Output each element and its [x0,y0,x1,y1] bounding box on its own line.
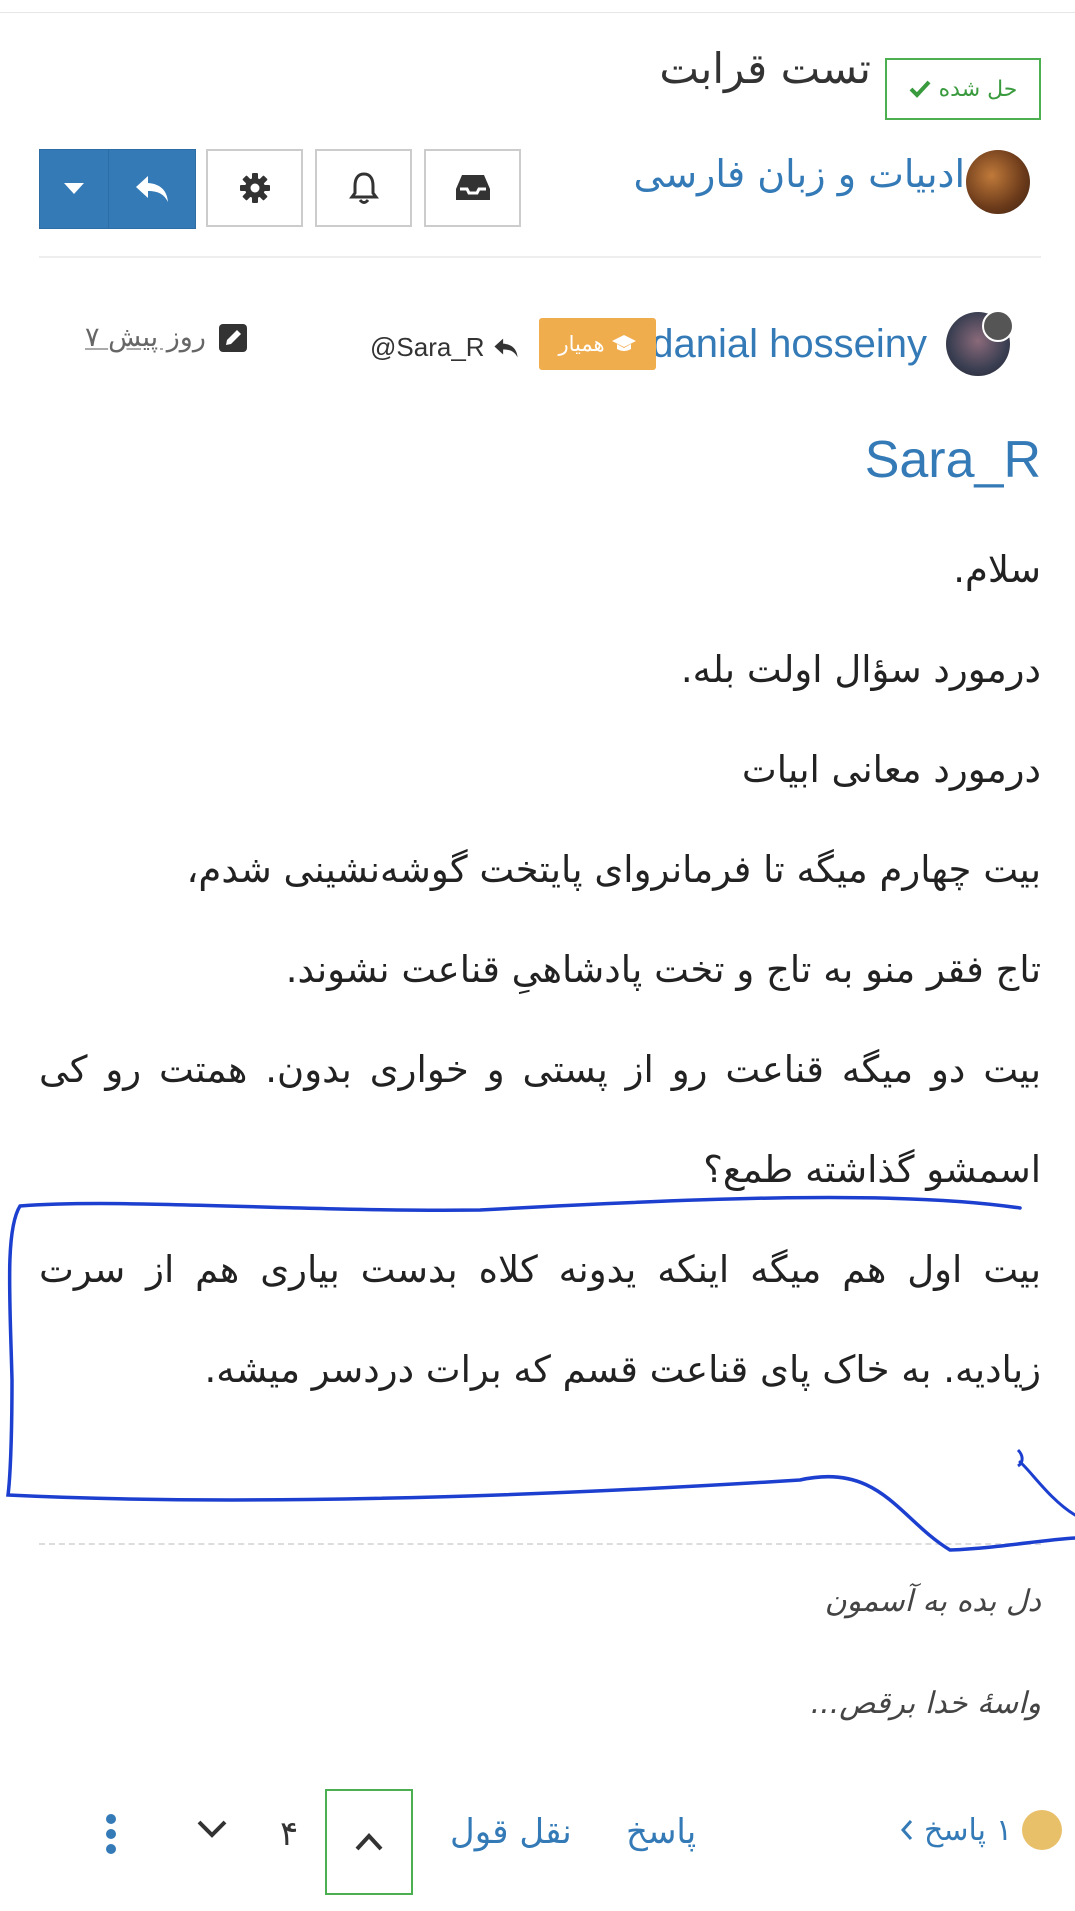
chevron-up-icon [355,1833,383,1851]
post-reply-link[interactable]: پاسخ [626,1812,696,1852]
header-separator [39,256,1041,258]
post-paragraph: درمورد معانی ابیات [741,748,1041,791]
pencil-icon [218,323,247,352]
edited-time: ۷ روز پیش [85,322,206,353]
category-link[interactable]: ادبیات و زبان فارسی [634,152,965,196]
settings-button[interactable] [206,149,303,227]
user-badge: همیار [539,318,656,370]
replies-toggle[interactable]: پاسخ ۱ [900,1810,1063,1850]
category-avatar[interactable] [966,150,1030,214]
top-divider [0,12,1075,13]
upvote-button[interactable] [325,1789,413,1895]
replier-avatar [1022,1810,1063,1850]
graduation-cap-icon [611,335,636,351]
replies-count: ۱ [996,1812,1013,1848]
inbox-icon [455,175,490,200]
solved-label: حل شده [938,76,1018,102]
chevron-left-icon [900,1820,913,1840]
reply-icon [135,176,168,202]
notification-button[interactable] [315,149,412,227]
mention-link[interactable]: Sara_R [865,430,1041,490]
quote-link[interactable]: نقل قول [450,1812,572,1852]
signature-line: واسهٔ خدا برقص... [810,1686,1041,1721]
ellipsis-vertical-icon [106,1814,116,1854]
vote-count[interactable]: ۴ [280,1814,298,1854]
check-icon [909,80,931,98]
in-reply-to-link[interactable]: @Sara_R [370,332,519,363]
reply-options-dropdown[interactable] [39,149,109,229]
reply-to-user: @Sara_R [370,332,485,362]
post-content: سلام. درمورد سؤال اولت بله. درمورد معانی… [39,520,1041,1420]
more-options-button[interactable] [105,1814,117,1858]
post-timestamp[interactable]: ۷ روز پیش [85,322,248,353]
signature-line: دل بده به آسمون [824,1584,1041,1619]
inbox-button[interactable] [424,149,521,227]
post-paragraph: بیت اول هم میگه اینکه یدونه کلاه بدست بی… [39,1248,1041,1391]
user-status-indicator [982,310,1014,342]
badge-label: همیار [558,332,605,356]
post-paragraph: سلام. [953,548,1041,591]
caret-down-icon [64,183,84,194]
post-paragraph: تاج فقر منو به تاج و تخت پادشاهیِ قناعت … [285,948,1041,991]
bell-icon [348,172,379,204]
gear-icon [239,173,270,203]
solved-badge: حل شده [885,58,1041,120]
chevron-down-icon [197,1820,227,1838]
reply-button[interactable] [107,149,196,229]
topic-title: تست قرابت [659,44,871,93]
username-link[interactable]: danial hosseiny [651,322,927,367]
post-paragraph: بیت دو میگه قناعت رو از پستی و خواری بدو… [39,1048,1041,1191]
post-paragraph: درمورد سؤال اولت بله. [680,648,1041,691]
signature-divider [39,1543,1041,1545]
post-paragraph: بیت چهارم میگه تا فرمانروای پایتخت گوشه‌… [186,848,1041,891]
reply-arrow-icon [494,338,518,357]
replies-label: پاسخ [924,1812,986,1848]
downvote-button[interactable] [196,1818,228,1844]
